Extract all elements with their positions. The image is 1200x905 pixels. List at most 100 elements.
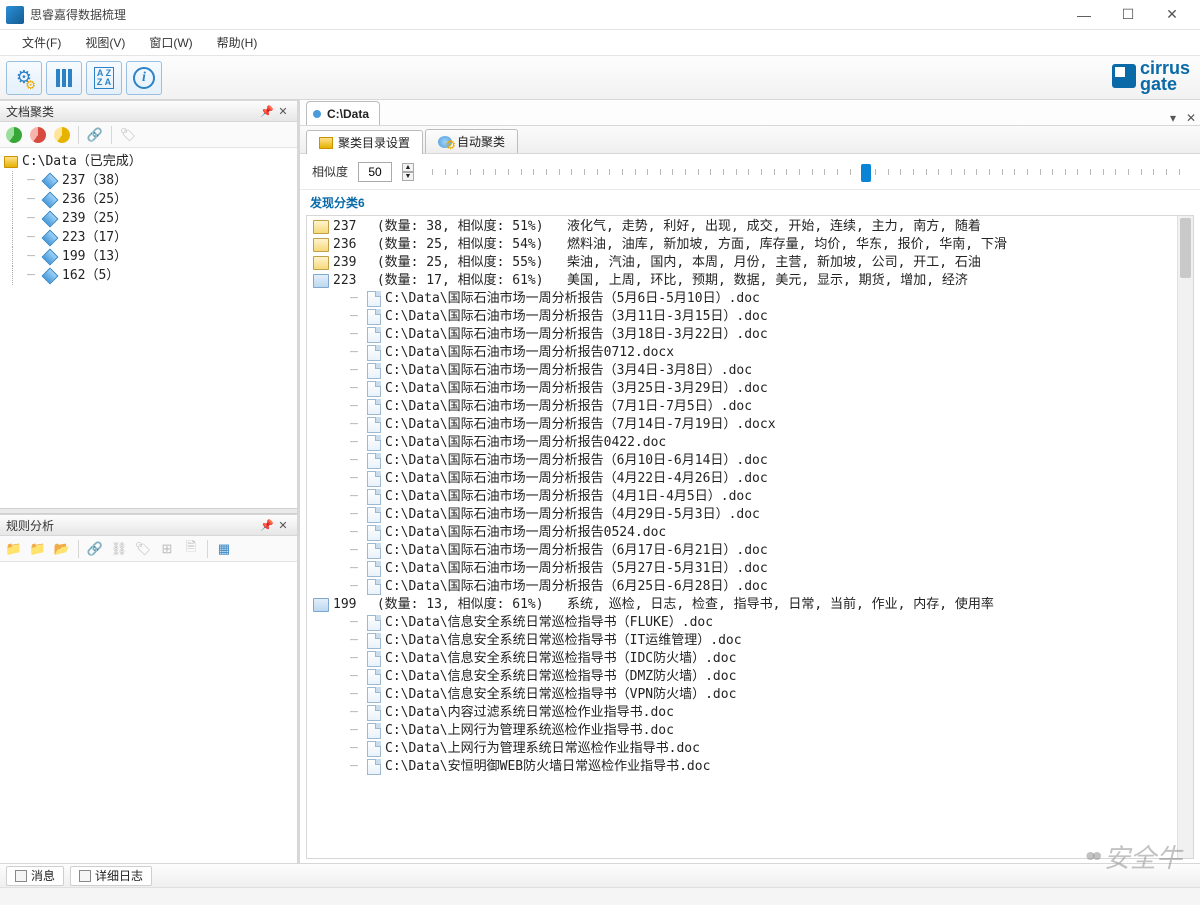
bottom-tabs: 消息 详细日志 (0, 863, 1200, 887)
category-row[interactable]: 236 (数量: 25, 相似度: 54%) 燃料油, 油库, 新加坡, 方面,… (309, 236, 1191, 254)
document-tabs: C:\Data ▾ ✕ (300, 100, 1200, 126)
panel-close-button[interactable]: ✕ (275, 519, 291, 532)
close-button[interactable]: ✕ (1150, 1, 1194, 29)
pin-button[interactable]: 📌 (259, 105, 275, 118)
file-icon (367, 741, 381, 757)
file-row[interactable]: ┈ C:\Data\国际石油市场一周分析报告（3月11日-3月15日）.doc (309, 308, 1191, 326)
pin-button[interactable]: 📌 (259, 519, 275, 532)
columns-view-button[interactable] (46, 61, 82, 95)
file-row[interactable]: ┈ C:\Data\国际石油市场一周分析报告（4月1日-4月5日）.doc (309, 488, 1191, 506)
file-row[interactable]: ┈ C:\Data\国际石油市场一周分析报告（5月6日-5月10日）.doc (309, 290, 1191, 308)
subtab-cluster-dir-settings[interactable]: 聚类目录设置 (306, 130, 423, 154)
tag-button[interactable]: 🏷 (118, 125, 138, 145)
file-row[interactable]: ┈ C:\Data\国际石油市场一周分析报告0712.docx (309, 344, 1191, 362)
file-row[interactable]: ┈ C:\Data\信息安全系统日常巡检指导书（DMZ防火墙）.doc (309, 668, 1191, 686)
folder-edit-button[interactable]: 📂 (52, 539, 72, 559)
file-row[interactable]: ┈ C:\Data\国际石油市场一周分析报告（7月1日-7月5日）.doc (309, 398, 1191, 416)
tab-close-button[interactable]: ✕ (1182, 111, 1200, 125)
tree-item-label: 236（25） (62, 190, 127, 209)
file-row[interactable]: ┈ C:\Data\国际石油市场一周分析报告0422.doc (309, 434, 1191, 452)
file-icon (367, 723, 381, 739)
rule-unlink-button[interactable]: ⛓ (109, 539, 129, 559)
file-row[interactable]: ┈ C:\Data\上网行为管理系统日常巡检作业指导书.doc (309, 740, 1191, 758)
tab-menu-button[interactable]: ▾ (1164, 111, 1182, 125)
menu-view[interactable]: 视图(V) (73, 34, 137, 51)
tree-item[interactable]: ┈162（5） (4, 266, 293, 285)
file-row[interactable]: ┈ C:\Data\国际石油市场一周分析报告0524.doc (309, 524, 1191, 542)
sort-az-button[interactable]: A ZZ A (86, 61, 122, 95)
file-row[interactable]: ┈ C:\Data\信息安全系统日常巡检指导书（IT运维管理）.doc (309, 632, 1191, 650)
file-icon (367, 363, 381, 379)
similarity-slider[interactable] (432, 169, 1180, 175)
category-row[interactable]: 237 (数量: 38, 相似度: 51%) 液化气, 走势, 利好, 出现, … (309, 218, 1191, 236)
rule-doc-button[interactable]: 🗎 (181, 539, 201, 559)
document-tab-label: C:\Data (327, 107, 369, 121)
result-tree[interactable]: 237 (数量: 38, 相似度: 51%) 液化气, 走势, 利好, 出现, … (306, 215, 1194, 859)
doc-cluster-tree[interactable]: C:\Data（已完成） ┈237（38）┈236（25）┈239（25）┈22… (0, 148, 297, 508)
file-icon (367, 453, 381, 469)
menu-window[interactable]: 窗口(W) (137, 34, 204, 51)
info-button[interactable]: i (126, 61, 162, 95)
rule-link-button[interactable]: 🔗 (85, 539, 105, 559)
bottom-tab-messages[interactable]: 消息 (6, 866, 64, 886)
subtab-b-label: 自动聚类 (457, 133, 505, 150)
maximize-button[interactable]: ☐ (1106, 1, 1150, 29)
chart-yellow-button[interactable] (52, 125, 72, 145)
scrollbar-thumb[interactable] (1180, 218, 1191, 278)
spin-up[interactable]: ▲ (402, 163, 414, 172)
file-row[interactable]: ┈ C:\Data\国际石油市场一周分析报告（4月29日-5月3日）.doc (309, 506, 1191, 524)
tree-item[interactable]: ┈199（13） (4, 247, 293, 266)
tree-item[interactable]: ┈223（17） (4, 228, 293, 247)
file-row[interactable]: ┈ C:\Data\国际石油市场一周分析报告（7月14日-7月19日）.docx (309, 416, 1191, 434)
file-row[interactable]: ┈ C:\Data\国际石油市场一周分析报告（3月25日-3月29日）.doc (309, 380, 1191, 398)
settings-button[interactable]: ⚙ (6, 61, 42, 95)
tree-item-label: 199（13） (62, 247, 127, 266)
file-row[interactable]: ┈ C:\Data\信息安全系统日常巡检指导书（FLUKE）.doc (309, 614, 1191, 632)
minimize-button[interactable]: — (1062, 1, 1106, 29)
vertical-scrollbar[interactable] (1177, 216, 1193, 858)
chart-red-button[interactable] (28, 125, 48, 145)
tree-item[interactable]: ┈236（25） (4, 190, 293, 209)
file-row[interactable]: ┈ C:\Data\内容过滤系统日常巡检作业指导书.doc (309, 704, 1191, 722)
menu-help[interactable]: 帮助(H) (205, 34, 270, 51)
file-row[interactable]: ┈ C:\Data\国际石油市场一周分析报告（6月17日-6月21日）.doc (309, 542, 1191, 560)
file-row[interactable]: ┈ C:\Data\国际石油市场一周分析报告（4月22日-4月26日）.doc (309, 470, 1191, 488)
chart-green-button[interactable] (4, 125, 24, 145)
rule-scope-button[interactable]: ⊞ (157, 539, 177, 559)
file-row[interactable]: ┈ C:\Data\安恒明御WEB防火墙日常巡检作业指导书.doc (309, 758, 1191, 776)
file-icon (367, 687, 381, 703)
similarity-input[interactable] (358, 162, 392, 182)
category-row[interactable]: 199 (数量: 13, 相似度: 61%) 系统, 巡检, 日志, 检查, 指… (309, 596, 1191, 614)
file-row[interactable]: ┈ C:\Data\国际石油市场一周分析报告（6月25日-6月28日）.doc (309, 578, 1191, 596)
file-row[interactable]: ┈ C:\Data\国际石油市场一周分析报告（3月18日-3月22日）.doc (309, 326, 1191, 344)
rule-tag-button[interactable]: 🏷 (133, 539, 153, 559)
menu-file[interactable]: 文件(F) (10, 34, 73, 51)
category-row[interactable]: 223 (数量: 17, 相似度: 61%) 美国, 上周, 环比, 预期, 数… (309, 272, 1191, 290)
rule-tree[interactable] (0, 562, 297, 863)
category-row[interactable]: 239 (数量: 25, 相似度: 55%) 柴油, 汽油, 国内, 本周, 月… (309, 254, 1191, 272)
slider-thumb[interactable] (861, 164, 871, 182)
link-button[interactable]: 🔗 (85, 125, 105, 145)
folder-del-button[interactable]: 📁 (28, 539, 48, 559)
subtab-auto-cluster[interactable]: 自动聚类 (425, 129, 518, 153)
rule-run-button[interactable]: ▦ (214, 539, 234, 559)
document-tab-cdata[interactable]: C:\Data (306, 101, 380, 125)
tree-item[interactable]: ┈237（38） (4, 171, 293, 190)
list-icon (15, 870, 27, 882)
tree-item[interactable]: ┈239（25） (4, 209, 293, 228)
file-row[interactable]: ┈ C:\Data\上网行为管理系统巡检作业指导书.doc (309, 722, 1191, 740)
folder-icon (313, 220, 329, 234)
file-row[interactable]: ┈ C:\Data\国际石油市场一周分析报告（6月10日-6月14日）.doc (309, 452, 1191, 470)
folder-add-button[interactable]: 📁 (4, 539, 24, 559)
tree-root[interactable]: C:\Data（已完成） (4, 152, 293, 171)
file-row[interactable]: ┈ C:\Data\信息安全系统日常巡检指导书（IDC防火墙）.doc (309, 650, 1191, 668)
panel-close-button[interactable]: ✕ (275, 105, 291, 118)
file-row[interactable]: ┈ C:\Data\国际石油市场一周分析报告（5月27日-5月31日）.doc (309, 560, 1191, 578)
spin-down[interactable]: ▼ (402, 172, 414, 181)
separator (78, 540, 79, 558)
sub-tabs: 聚类目录设置 自动聚类 (300, 126, 1200, 154)
folder-icon (319, 137, 333, 149)
file-row[interactable]: ┈ C:\Data\信息安全系统日常巡检指导书（VPN防火墙）.doc (309, 686, 1191, 704)
file-row[interactable]: ┈ C:\Data\国际石油市场一周分析报告（3月4日-3月8日）.doc (309, 362, 1191, 380)
bottom-tab-log[interactable]: 详细日志 (70, 866, 152, 886)
